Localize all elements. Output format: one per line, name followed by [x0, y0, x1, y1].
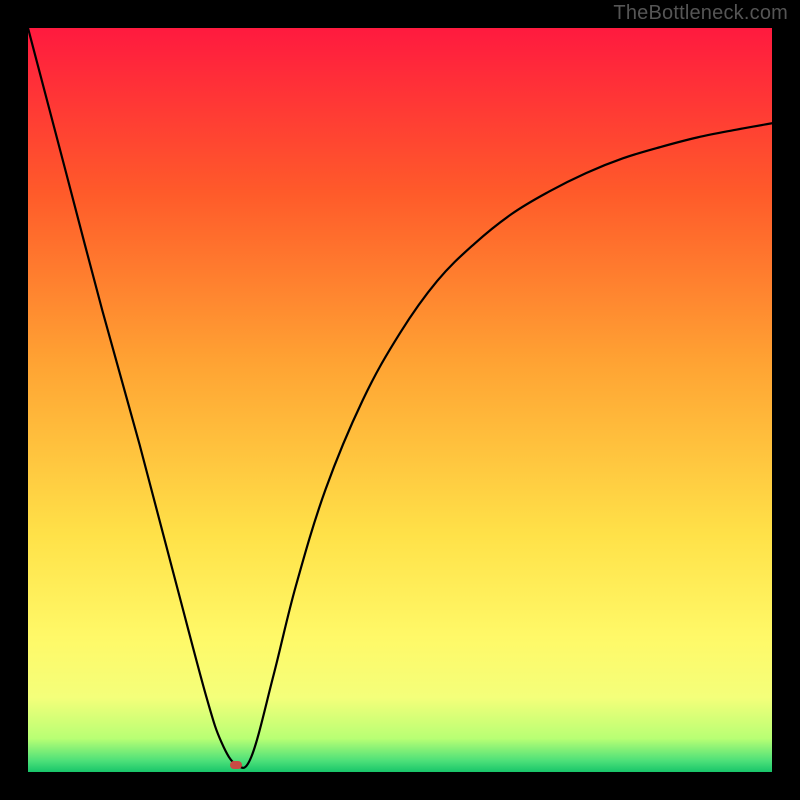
- chart-frame: TheBottleneck.com: [0, 0, 800, 800]
- plot-area: [28, 28, 772, 772]
- bottleneck-curve: [28, 28, 772, 772]
- optimal-marker: [230, 761, 242, 769]
- watermark-text: TheBottleneck.com: [613, 2, 788, 25]
